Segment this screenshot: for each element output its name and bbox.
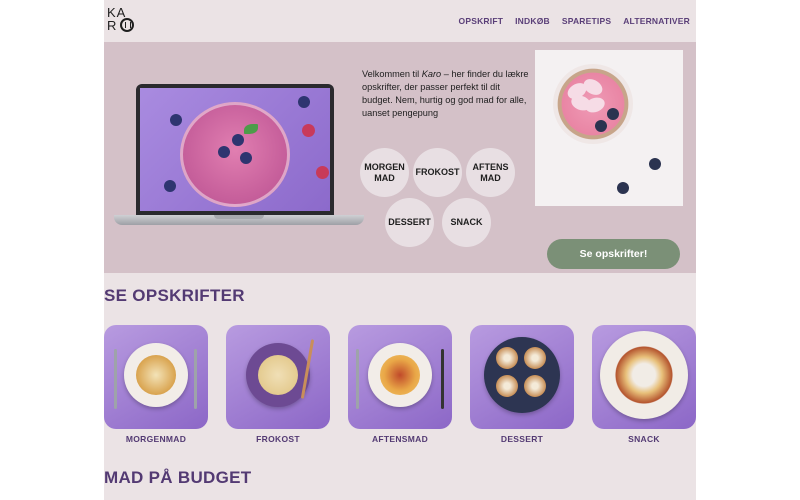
- category-aftensmad-button[interactable]: AFTENS MAD: [466, 148, 515, 197]
- budget-section-title: MAD PÅ BUDGET: [104, 468, 252, 487]
- blueberry-icon: [164, 180, 176, 192]
- laptop-base: [114, 215, 364, 225]
- laptop-screen: [140, 88, 330, 211]
- logo-line2: R: [107, 18, 118, 33]
- laptop-smoothie-image: [114, 84, 364, 239]
- recipe-label: AFTENSMAD: [371, 434, 429, 444]
- apple-slices-icon: [592, 325, 696, 429]
- blueberry-icon: [649, 158, 661, 170]
- main-nav: OPSKRIFT INDKØB SPARETIPS ALTERNATIVER: [459, 16, 690, 26]
- site-header: KA R OPSKRIFT INDKØB SPARETIPS ALTERNATI…: [104, 0, 696, 42]
- blueberry-icon: [232, 134, 244, 146]
- blueberry-icon: [240, 152, 252, 164]
- raspberry-icon: [302, 124, 315, 137]
- laptop-screen-frame: [136, 84, 334, 215]
- hero-intro-text: Velkommen til Karo – her finder du lækre…: [362, 68, 530, 120]
- pancakes-dish-icon: [104, 325, 208, 429]
- recipe-card-aftensmad[interactable]: AFTENSMAD: [348, 325, 452, 444]
- logo-o-icon: [120, 18, 134, 32]
- category-dessert-button[interactable]: DESSERT: [385, 198, 434, 247]
- blueberry-icon: [595, 120, 607, 132]
- smoothie-bowl-photo: [535, 50, 683, 206]
- page: KA R OPSKRIFT INDKØB SPARETIPS ALTERNATI…: [104, 0, 696, 500]
- blueberry-icon: [218, 146, 230, 158]
- recipe-label: MORGENMAD: [125, 434, 187, 444]
- recipe-label: DESSERT: [500, 434, 544, 444]
- intro-brand-name: Karo: [421, 69, 442, 79]
- pasta-dish-icon: [348, 325, 452, 429]
- hero-banner: Velkommen til Karo – her finder du lækre…: [104, 42, 696, 273]
- nav-sparetips[interactable]: SPARETIPS: [562, 16, 611, 26]
- recipe-card-snack[interactable]: SNACK: [592, 325, 696, 444]
- recipes-section-title: SE OPSKRIFTER: [104, 286, 245, 305]
- smoothie-glass-icon: [180, 102, 290, 207]
- raspberry-icon: [316, 166, 329, 179]
- recipe-label: SNACK: [628, 434, 660, 444]
- category-frokost-button[interactable]: FROKOST: [413, 148, 462, 197]
- nav-opskrift[interactable]: OPSKRIFT: [459, 16, 504, 26]
- blueberry-icon: [617, 182, 629, 194]
- blueberry-icon: [298, 96, 310, 108]
- nav-indkob[interactable]: INDKØB: [515, 16, 550, 26]
- see-recipes-button[interactable]: Se opskrifter!: [547, 239, 680, 269]
- recipe-card-dessert[interactable]: DESSERT: [470, 325, 574, 444]
- noodles-dish-icon: [226, 325, 330, 429]
- blueberry-icon: [170, 114, 182, 126]
- recipe-card-frokost[interactable]: FROKOST: [226, 325, 330, 444]
- recipe-categories-row: MORGENMAD FROKOST AFTENSMAD DESSERT SNAC…: [104, 325, 696, 445]
- karo-logo[interactable]: KA R: [107, 6, 137, 36]
- flower-garnish-icon: [564, 75, 607, 118]
- category-morgenmad-button[interactable]: MORGEN MAD: [360, 148, 409, 197]
- blueberry-icon: [607, 108, 619, 120]
- nav-alternativer[interactable]: ALTERNATIVER: [623, 16, 690, 26]
- cinnamon-rolls-icon: [470, 325, 574, 429]
- recipe-card-morgenmad[interactable]: MORGENMAD: [104, 325, 208, 444]
- intro-text-start: Velkommen til: [362, 69, 422, 79]
- recipe-label: FROKOST: [256, 434, 300, 444]
- category-snack-button[interactable]: SNACK: [442, 198, 491, 247]
